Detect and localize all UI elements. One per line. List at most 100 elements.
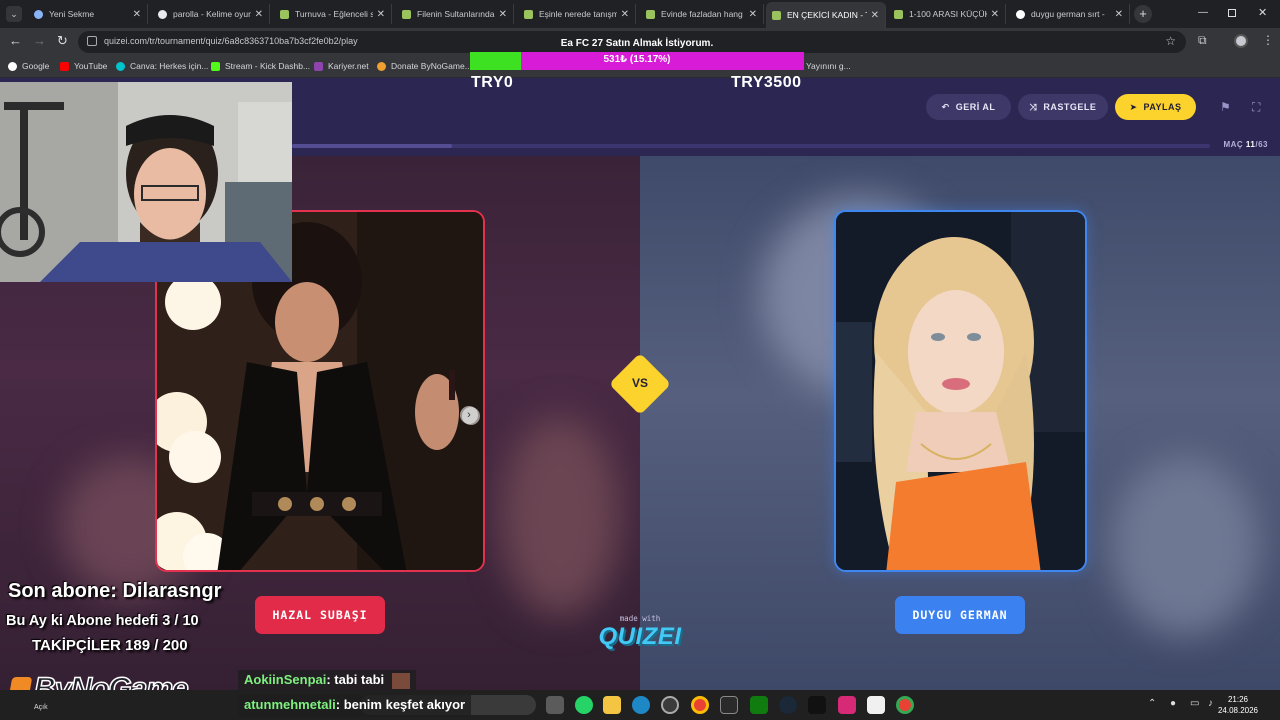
tab-evinde-fazladan[interactable]: Evinde fazladan hang ✕ — [640, 4, 764, 24]
background-blur — [1110, 456, 1260, 636]
bookmark-youtube[interactable]: YouTube — [60, 61, 107, 71]
chat-text: : benim keşfet akıyor — [335, 697, 466, 712]
background-blur — [500, 416, 620, 616]
site-info-icon[interactable] — [87, 36, 97, 46]
chrome-active-icon[interactable] — [896, 696, 914, 714]
whatsapp-icon[interactable] — [575, 696, 593, 714]
random-button[interactable]: ⤨ RASTGELE — [1018, 94, 1108, 120]
extensions-icon[interactable]: ⧉ — [1198, 33, 1207, 48]
bookmark-donate[interactable]: Donate ByNoGame... — [377, 61, 472, 71]
task-view-icon[interactable] — [546, 696, 564, 714]
tab-filenin-sultanlari[interactable]: Filenin Sultanlarında ✕ — [396, 4, 514, 24]
steam-icon[interactable] — [779, 696, 797, 714]
capcut-icon[interactable] — [867, 696, 885, 714]
chat-message: AokiinSenpai: tabi tabi — [238, 670, 416, 692]
quizei-icon — [772, 10, 781, 20]
xbox-icon[interactable] — [750, 696, 768, 714]
quizei-icon — [280, 9, 289, 19]
chevron-right-icon[interactable]: › — [460, 406, 478, 424]
bookmark-google[interactable]: Google — [8, 61, 49, 71]
weather-label[interactable]: Açık — [34, 704, 48, 711]
youtube-icon — [60, 61, 69, 71]
edge-icon[interactable] — [632, 696, 650, 714]
kariyer-icon — [314, 61, 323, 71]
close-window-icon[interactable]: ✕ — [1258, 6, 1267, 19]
close-icon[interactable]: ✕ — [499, 9, 507, 20]
browser-menu-icon[interactable]: ⋮ — [1262, 33, 1274, 47]
tab-1-100-arasi[interactable]: 1-100 ARASI KÜÇÜK ✕ — [888, 4, 1006, 24]
chat-username: AokiinSenpai — [244, 672, 327, 687]
last-subscriber-label: Son abone: Dilarasngr — [8, 580, 222, 602]
tab-search-button[interactable]: ⌄ — [6, 6, 22, 22]
match-progress-fill — [292, 144, 453, 148]
undo-icon: ↶ — [941, 101, 950, 112]
quizei-icon — [524, 9, 533, 19]
right-contestant-name-button[interactable]: DUYGU GERMAN — [895, 596, 1025, 634]
fullscreen-icon[interactable]: ⛶ — [1252, 100, 1260, 115]
close-icon[interactable]: ✕ — [871, 10, 879, 21]
reload-icon[interactable]: ↻ — [57, 33, 68, 49]
close-icon[interactable]: ✕ — [377, 9, 385, 20]
tab-parolla[interactable]: parolla - Kelime oyun ✕ — [152, 4, 270, 24]
donation-goal-amount: 531₺ (15.17%) — [603, 54, 671, 65]
quizei-icon — [894, 9, 903, 19]
bookmark-kariyer[interactable]: Kariyer.net — [314, 61, 369, 71]
left-contestant-name-button[interactable]: HAZAL SUBAŞI — [255, 596, 385, 634]
url-text[interactable]: quizei.com/tr/tournament/quiz/6a8c836371… — [104, 36, 358, 46]
undo-button[interactable]: ↶ GERİ AL — [926, 94, 1011, 120]
bynogame-icon — [377, 61, 386, 71]
emote-icon — [391, 672, 410, 689]
bookmark-star-icon[interactable]: ☆ — [1165, 34, 1176, 48]
right-contestant-photo[interactable] — [834, 210, 1087, 572]
back-arrow-icon[interactable]: ← — [9, 33, 22, 48]
profile-avatar[interactable] — [1234, 34, 1248, 48]
microphone-icon[interactable]: ● — [1170, 698, 1176, 709]
minimize-icon[interactable]: — — [1198, 7, 1208, 18]
donation-goal-end: TRY3500 — [731, 74, 802, 91]
epic-games-icon[interactable] — [720, 696, 738, 714]
share-button[interactable]: ➤ PAYLAŞ — [1115, 94, 1196, 120]
tab-new-tab[interactable]: Yeni Sekme ✕ — [28, 4, 148, 24]
network-icon[interactable]: ▭ — [1190, 698, 1199, 709]
close-icon[interactable]: ✕ — [991, 9, 999, 20]
kick-icon — [211, 61, 220, 71]
chrome-icon — [34, 9, 43, 19]
close-icon[interactable]: ✕ — [1115, 9, 1123, 20]
quizei-icon — [402, 9, 411, 19]
chat-username: atunmehmetali — [244, 697, 336, 712]
tab-turnuva[interactable]: Turnuva - Eğlenceli s ✕ — [274, 4, 392, 24]
close-icon[interactable]: ✕ — [255, 9, 263, 20]
obs-icon[interactable] — [661, 696, 679, 714]
quizei-logo[interactable]: QUIZEI — [590, 623, 690, 651]
webcam-image — [0, 82, 292, 282]
donation-goal-bar: 531₺ (15.17%) — [470, 52, 804, 70]
tab-strip: ⌄ Yeni Sekme ✕ parolla - Kelime oyun ✕ Tur… — [0, 0, 1280, 28]
webcam-feed — [0, 82, 292, 282]
file-explorer-icon[interactable] — [603, 696, 621, 714]
canva-icon — [116, 61, 125, 71]
chat-message: atunmehmetali: benim keşfet akıyor — [238, 695, 472, 717]
close-icon[interactable]: ✕ — [133, 9, 141, 20]
close-icon[interactable]: ✕ — [749, 9, 757, 20]
new-tab-button[interactable]: + — [1134, 5, 1152, 23]
system-clock[interactable]: 21:26 24.08.2026 — [1218, 694, 1258, 716]
forward-arrow-icon[interactable]: → — [33, 33, 46, 48]
donation-goal-start: TRY0 — [471, 74, 514, 91]
flag-icon[interactable]: ⚑ — [1220, 100, 1231, 114]
bookmark-overflow[interactable]: Yayınını g... — [806, 61, 851, 71]
show-hidden-icons[interactable]: ⌃ — [1148, 698, 1156, 709]
restore-icon[interactable] — [1228, 9, 1236, 17]
contestant-photo — [836, 212, 1085, 570]
bookmark-kick[interactable]: Stream - Kick Dashb... — [211, 61, 310, 71]
tab-esinle-nerede[interactable]: Eşinle nerede tanışma ✕ — [518, 4, 636, 24]
shuffle-icon: ⤨ — [1029, 101, 1038, 112]
bookmark-canva[interactable]: Canva: Herkes için... — [116, 61, 208, 71]
chrome-icon[interactable] — [691, 696, 709, 714]
instagram-icon[interactable] — [838, 696, 856, 714]
tiktok-icon[interactable] — [808, 696, 826, 714]
google-icon — [1016, 9, 1025, 19]
close-icon[interactable]: ✕ — [621, 9, 629, 20]
volume-icon[interactable]: ♪ — [1208, 698, 1213, 709]
tab-en-cekici-kadin[interactable]: EN ÇEKİCİ KADIN - T ✕ — [766, 2, 886, 28]
tab-duygu-german[interactable]: duygu german sırt - ✕ — [1010, 4, 1130, 24]
